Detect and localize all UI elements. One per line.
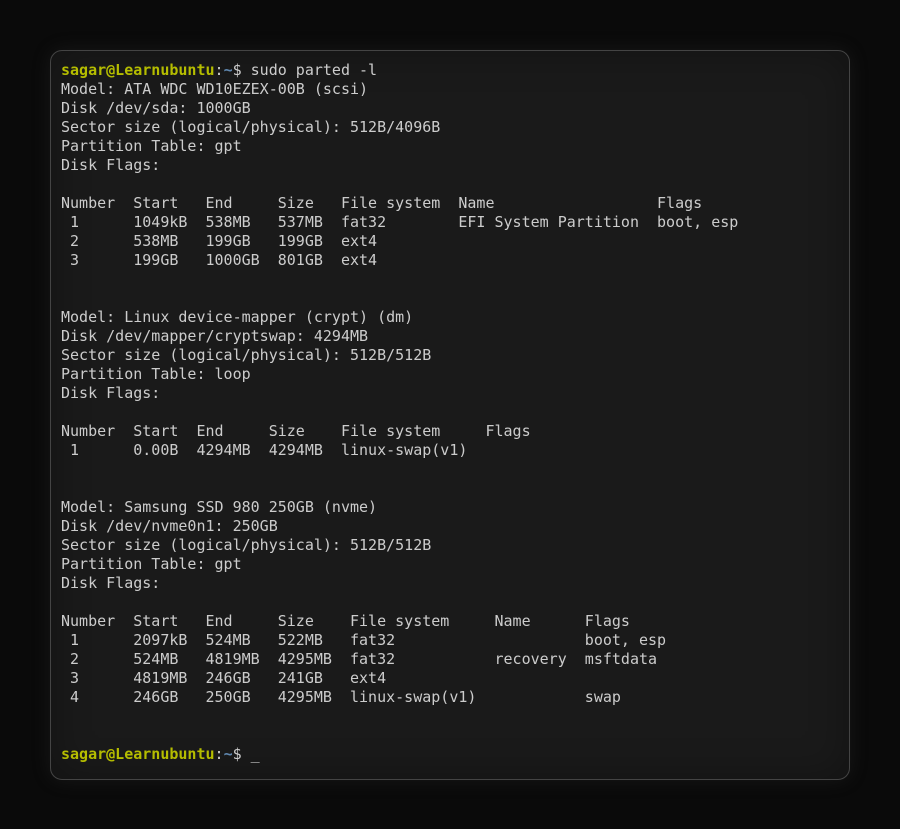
disk1-sector: Sector size (logical/physical): 512B/409… <box>61 118 440 136</box>
disk1-row: 1 1049kB 538MB 537MB fat32 EFI System Pa… <box>61 213 738 231</box>
disk2-sector: Sector size (logical/physical): 512B/512… <box>61 346 431 364</box>
disk2-row: 1 0.00B 4294MB 4294MB linux-swap(v1) <box>61 441 467 459</box>
terminal-content: sagar@Learnubuntu:~$ sudo parted -l Mode… <box>61 61 839 764</box>
prompt-user: sagar@Learnubuntu <box>61 745 215 763</box>
disk1-flags: Disk Flags: <box>61 156 169 174</box>
disk1-row: 2 538MB 199GB 199GB ext4 <box>61 232 377 250</box>
disk3-flags: Disk Flags: <box>61 574 169 592</box>
disk2-model: Model: Linux device-mapper (crypt) (dm) <box>61 308 413 326</box>
disk3-row: 1 2097kB 524MB 522MB fat32 boot, esp <box>61 631 666 649</box>
disk1-model: Model: ATA WDC WD10EZEX-00B (scsi) <box>61 80 368 98</box>
disk2-disk: Disk /dev/mapper/cryptswap: 4294MB <box>61 327 368 345</box>
disk3-sector: Sector size (logical/physical): 512B/512… <box>61 536 431 554</box>
disk1-table: Partition Table: gpt <box>61 137 242 155</box>
disk1-disk: Disk /dev/sda: 1000GB <box>61 99 251 117</box>
disk2-flags: Disk Flags: <box>61 384 169 402</box>
prompt-separator: : <box>215 61 224 79</box>
disk2-table: Partition Table: loop <box>61 365 251 383</box>
disk1-header: Number Start End Size File system Name F… <box>61 194 702 212</box>
disk3-row: 2 524MB 4819MB 4295MB fat32 recovery msf… <box>61 650 657 668</box>
prompt-path: ~ <box>224 61 233 79</box>
disk1-row: 3 199GB 1000GB 801GB ext4 <box>61 251 377 269</box>
cursor[interactable]: _ <box>242 745 260 763</box>
prompt-user: sagar@Learnubuntu <box>61 61 215 79</box>
disk3-header: Number Start End Size File system Name F… <box>61 612 630 630</box>
disk3-row: 4 246GB 250GB 4295MB linux-swap(v1) swap <box>61 688 621 706</box>
terminal-window[interactable]: sagar@Learnubuntu:~$ sudo parted -l Mode… <box>50 50 850 780</box>
prompt-symbol: $ <box>233 61 242 79</box>
disk3-model: Model: Samsung SSD 980 250GB (nvme) <box>61 498 377 516</box>
prompt-separator: : <box>215 745 224 763</box>
command-text: sudo parted -l <box>242 61 377 79</box>
disk3-disk: Disk /dev/nvme0n1: 250GB <box>61 517 278 535</box>
prompt-symbol: $ <box>233 745 242 763</box>
disk3-row: 3 4819MB 246GB 241GB ext4 <box>61 669 386 687</box>
prompt-path: ~ <box>224 745 233 763</box>
disk2-header: Number Start End Size File system Flags <box>61 422 531 440</box>
disk3-table: Partition Table: gpt <box>61 555 242 573</box>
